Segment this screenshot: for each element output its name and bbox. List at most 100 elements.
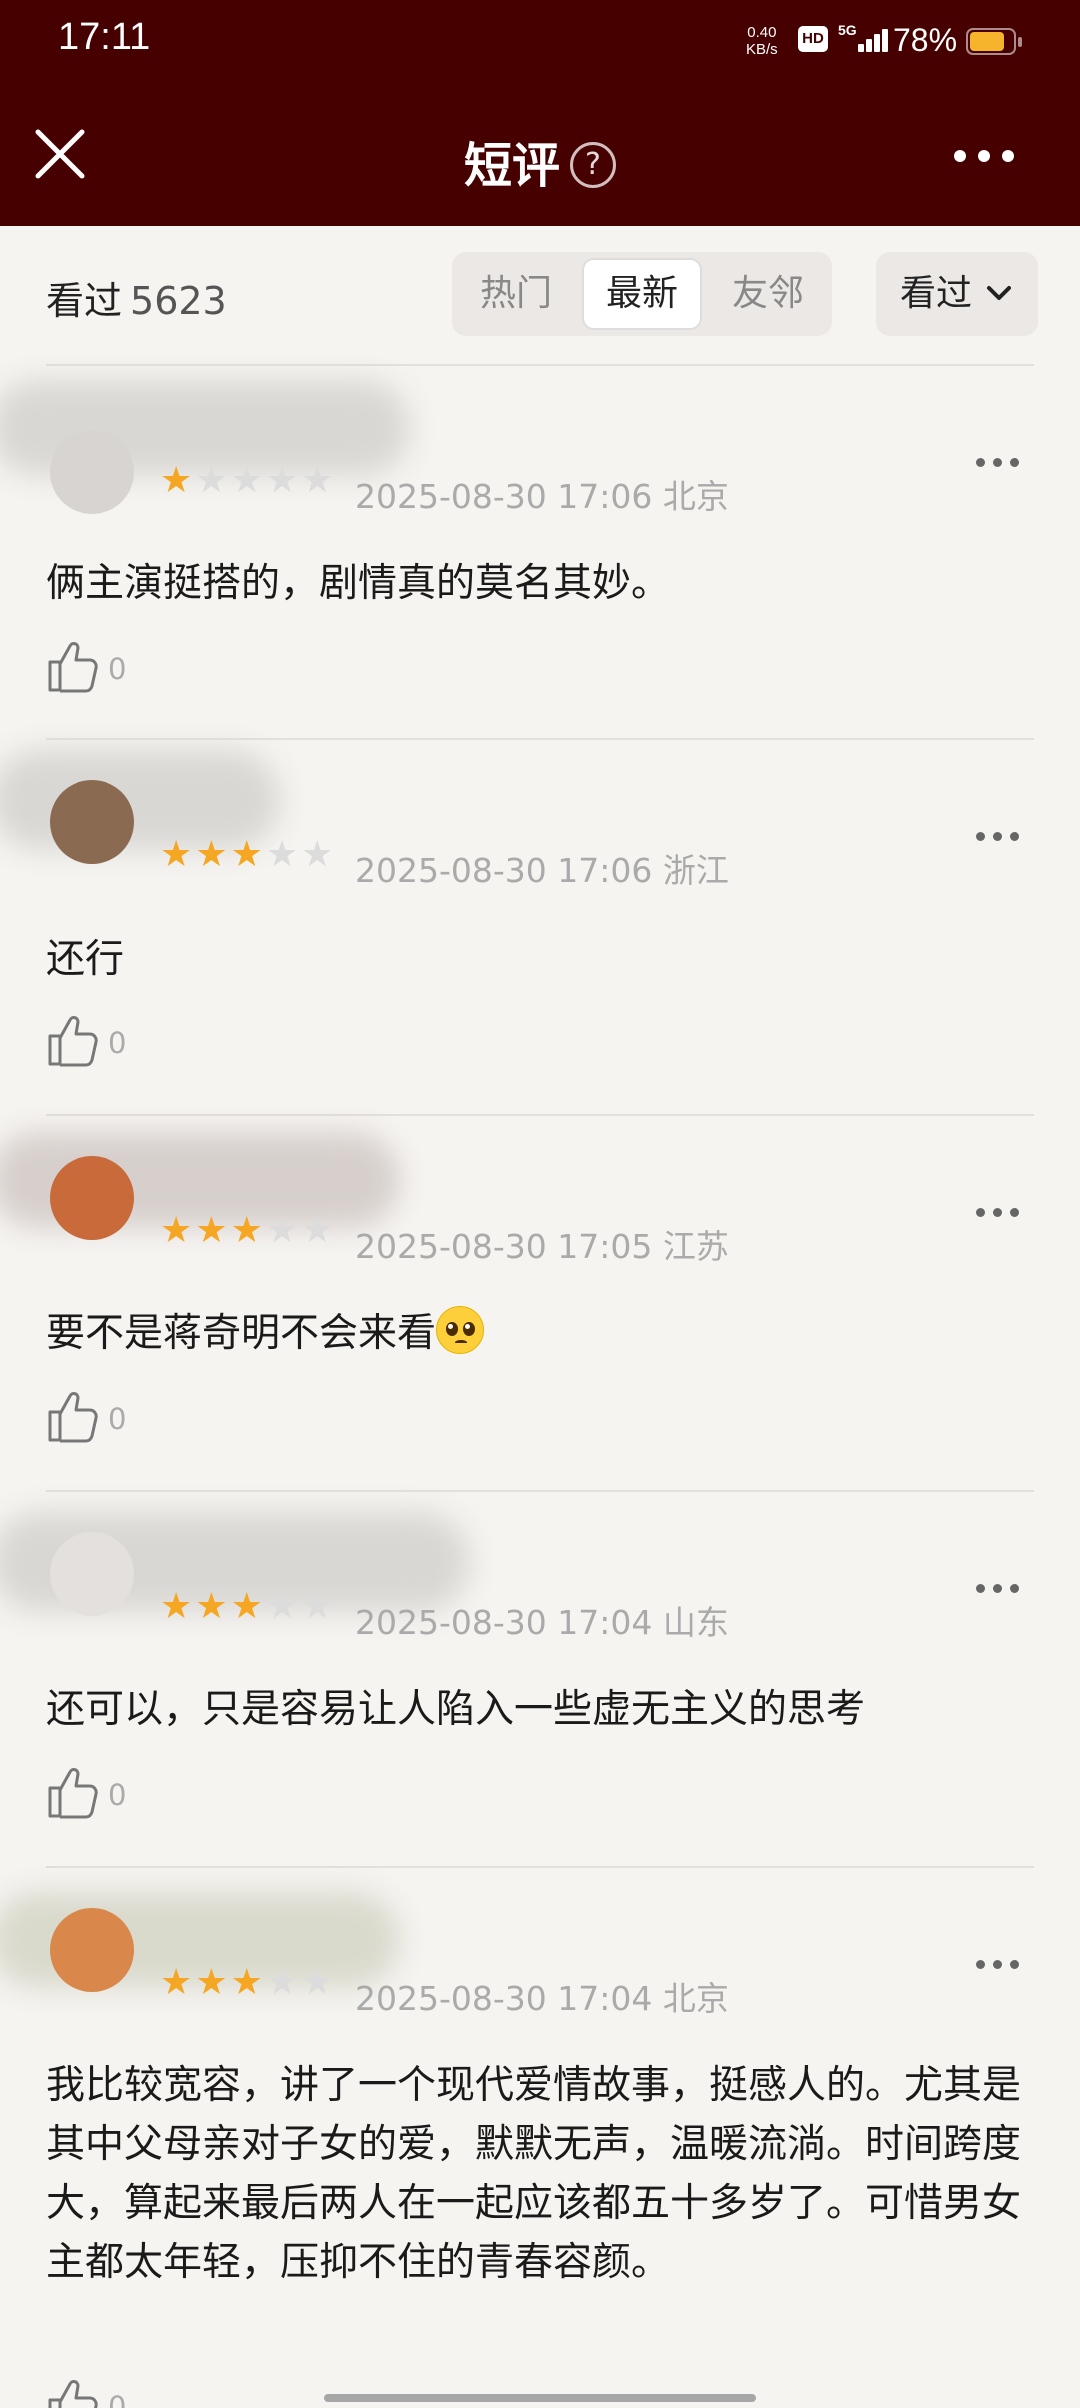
review-more-button[interactable] xyxy=(976,828,1026,848)
review-item: ★★★★★ 2025-08-30 17:04 北京 我比较宽容，讲了一个现代爱情… xyxy=(0,1868,1080,2408)
page-title-wrap: 短评? xyxy=(0,126,1080,196)
star-filled-icon: ★ xyxy=(230,1962,266,2003)
more-dot xyxy=(1002,150,1014,162)
review-more-button[interactable] xyxy=(976,1956,1026,1976)
review-location: 北京 xyxy=(662,1979,729,2018)
review-location: 北京 xyxy=(662,477,729,516)
star-filled-icon: ★ xyxy=(230,1586,266,1627)
home-indicator[interactable] xyxy=(324,2394,756,2402)
thumbs-up-icon xyxy=(48,1016,98,1067)
seen-count: 看过 5623 xyxy=(46,270,227,325)
avatar[interactable] xyxy=(50,1156,134,1240)
star-empty-icon: ★ xyxy=(195,460,231,501)
review-datetime: 2025-08-30 17:04 xyxy=(355,1979,653,2018)
avatar[interactable] xyxy=(50,1532,134,1616)
status-dropdown[interactable]: 看过 xyxy=(876,252,1038,336)
star-filled-icon: ★ xyxy=(160,834,196,875)
review-text: 要不是蒋奇明不会来看 xyxy=(46,1304,1036,1363)
thumbs-up-icon xyxy=(48,2380,98,2408)
avatar[interactable] xyxy=(50,1908,134,1992)
status-bar: 17:11 0.40 KB/s HD 5G 78% xyxy=(0,0,1080,86)
review-text: 还行 xyxy=(46,937,125,982)
star-empty-icon: ★ xyxy=(301,834,337,875)
status-dropdown-label: 看过 xyxy=(900,273,973,314)
review-datetime: 2025-08-30 17:06 xyxy=(355,477,653,516)
review-text: 还可以，只是容易让人陷入一些虚无主义的思考 xyxy=(46,1687,866,1732)
rating-stars: ★★★★★ xyxy=(160,1586,336,1627)
star-empty-icon: ★ xyxy=(265,1962,302,2003)
review-meta: 2025-08-30 17:04 北京 xyxy=(355,1972,729,2020)
review-more-button[interactable] xyxy=(976,454,1026,474)
rating-stars: ★★★★★ xyxy=(160,834,336,875)
page-title: 短评 xyxy=(463,138,560,194)
hd-badge: HD xyxy=(798,26,828,52)
review-item: ★★★★★ 2025-08-30 17:06 北京 俩主演挺搭的，剧情真的莫名其… xyxy=(0,366,1080,740)
review-meta: 2025-08-30 17:05 江苏 xyxy=(355,1220,729,1268)
star-empty-icon: ★ xyxy=(301,1586,337,1627)
help-icon[interactable]: ? xyxy=(570,142,616,188)
tab-latest[interactable]: 最新 xyxy=(582,258,702,330)
tab-hot[interactable]: 热门 xyxy=(456,258,576,330)
status-time: 17:11 xyxy=(58,16,151,58)
star-filled-icon: ★ xyxy=(230,834,266,875)
avatar[interactable] xyxy=(50,430,134,514)
review-location: 江苏 xyxy=(662,1227,729,1266)
star-filled-icon: ★ xyxy=(195,1586,231,1627)
review-text: 俩主演挺搭的，剧情真的莫名其妙。 xyxy=(46,561,671,606)
seen-label: 看过 xyxy=(46,279,123,323)
star-empty-icon: ★ xyxy=(301,1962,337,2003)
star-filled-icon: ★ xyxy=(195,1210,231,1251)
sort-tabs: 热门 最新 友邻 xyxy=(452,252,832,336)
review-meta: 2025-08-30 17:06 北京 xyxy=(355,470,729,518)
star-filled-icon: ★ xyxy=(230,1210,266,1251)
battery-icon xyxy=(966,28,1022,55)
review-location: 浙江 xyxy=(662,851,729,890)
seen-count-number: 5623 xyxy=(130,279,227,323)
like-count: 0 xyxy=(108,652,127,686)
pleading-face-emoji xyxy=(436,1306,485,1354)
review-text-content: 要不是蒋奇明不会来看 xyxy=(46,1311,437,1356)
more-dot xyxy=(954,150,966,162)
network-speed-unit: KB/s xyxy=(746,41,778,58)
review-location: 山东 xyxy=(662,1603,729,1642)
network-type: 5G xyxy=(838,22,857,38)
signal-icon: 5G xyxy=(838,22,888,56)
thumbs-up-icon xyxy=(48,1768,98,1819)
review-meta: 2025-08-30 17:06 浙江 xyxy=(355,844,729,892)
network-speed: 0.40 KB/s xyxy=(746,24,778,58)
star-filled-icon: ★ xyxy=(195,834,231,875)
avatar[interactable] xyxy=(50,780,134,864)
thumbs-up-icon xyxy=(48,642,98,693)
review-more-button[interactable] xyxy=(976,1204,1026,1224)
review-more-button[interactable] xyxy=(976,1580,1026,1600)
chevron-down-icon xyxy=(987,286,1011,300)
star-empty-icon: ★ xyxy=(265,460,302,501)
review-item: ★★★★★ 2025-08-30 17:06 浙江 还行 0 xyxy=(0,740,1080,1116)
like-count: 0 xyxy=(108,1026,127,1060)
tab-friends[interactable]: 友邻 xyxy=(708,258,828,330)
star-empty-icon: ★ xyxy=(301,1210,337,1251)
network-speed-value: 0.40 xyxy=(747,24,777,41)
more-button[interactable] xyxy=(950,136,1020,176)
review-item: ★★★★★ 2025-08-30 17:05 江苏 要不是蒋奇明不会来看 0 xyxy=(0,1116,1080,1492)
review-datetime: 2025-08-30 17:05 xyxy=(355,1227,653,1266)
star-empty-icon: ★ xyxy=(265,1210,302,1251)
nav-bar: 短评? xyxy=(0,86,1080,226)
filter-bar: 看过 5623 热门 最新 友邻 看过 xyxy=(0,226,1080,366)
star-filled-icon: ★ xyxy=(160,1962,196,2003)
star-filled-icon: ★ xyxy=(160,460,196,501)
star-filled-icon: ★ xyxy=(195,1962,231,2003)
battery-percent: 78% xyxy=(893,22,958,58)
star-filled-icon: ★ xyxy=(160,1210,196,1251)
review-datetime: 2025-08-30 17:04 xyxy=(355,1603,653,1642)
star-empty-icon: ★ xyxy=(301,460,337,501)
star-empty-icon: ★ xyxy=(265,1586,302,1627)
star-empty-icon: ★ xyxy=(265,834,302,875)
rating-stars: ★★★★★ xyxy=(160,1962,336,2003)
star-filled-icon: ★ xyxy=(160,1586,196,1627)
more-dot xyxy=(978,150,990,162)
star-empty-icon: ★ xyxy=(230,460,266,501)
review-meta: 2025-08-30 17:04 山东 xyxy=(355,1596,729,1644)
review-item: ★★★★★ 2025-08-30 17:04 山东 还可以，只是容易让人陷入一些… xyxy=(0,1492,1080,1868)
like-count: 0 xyxy=(108,1402,127,1436)
